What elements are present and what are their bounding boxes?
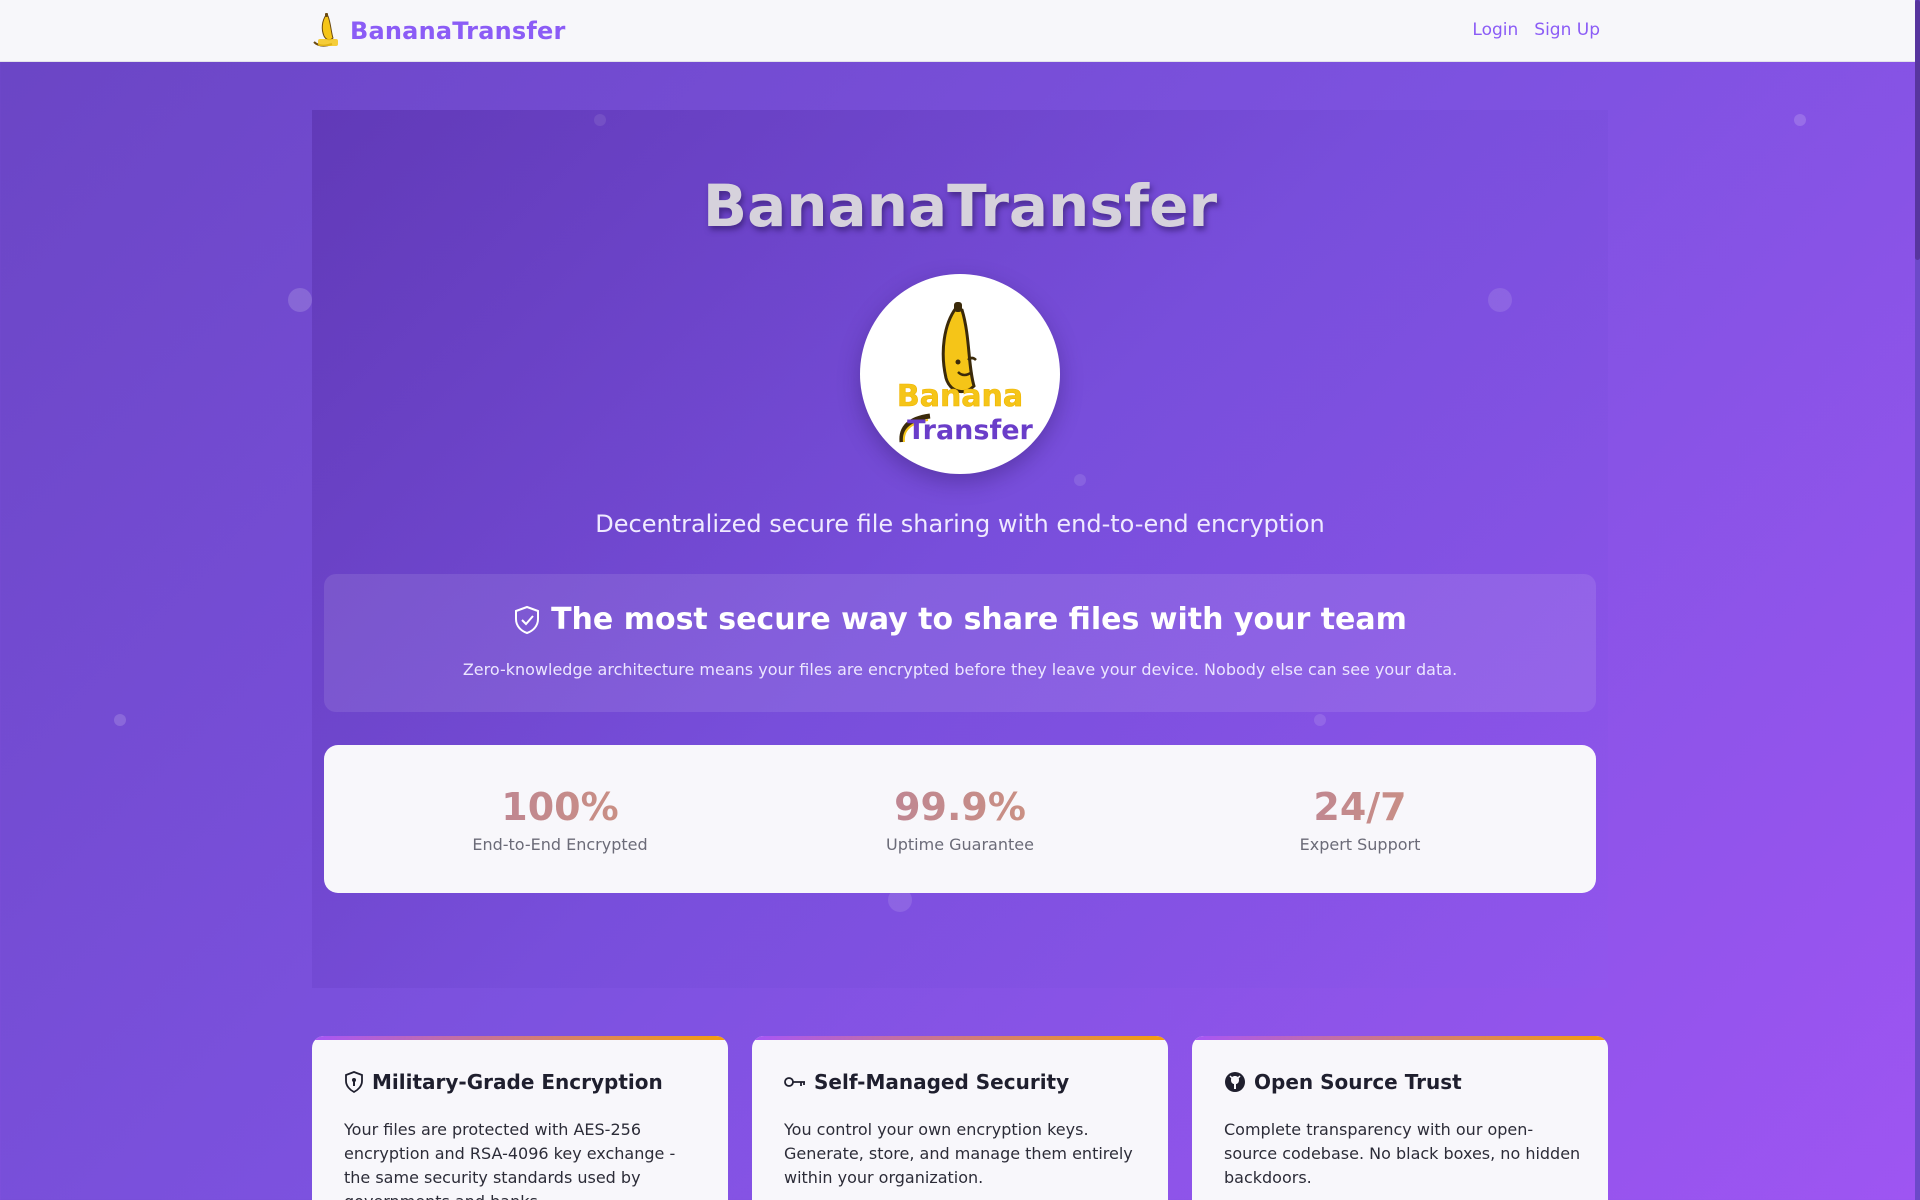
feature-title: Self-Managed Security [814,1070,1070,1094]
stat-label: Uptime Guarantee [886,835,1034,854]
security-callout: The most secure way to share files with … [324,574,1596,712]
feature-title: Military-Grade Encryption [372,1070,663,1094]
github-icon [1225,1072,1245,1092]
stat-item: 24/7 Expert Support [1210,785,1510,854]
stat-label: Expert Support [1299,835,1421,854]
scrollbar-thumb[interactable] [1915,0,1920,260]
key-icon [784,1077,805,1087]
stat-item: 99.9% Uptime Guarantee [810,785,1110,854]
stats-card: 100% End-to-End Encrypted 99.9% Uptime G… [324,745,1596,893]
nav-brand[interactable]: BananaTransfer [312,12,566,50]
top-navbar: BananaTransfer Login Sign Up [0,0,1920,62]
nav-links: Login Sign Up [1472,20,1600,40]
logo-text-banana: Banana [897,379,1023,414]
feature-title: Open Source Trust [1254,1070,1462,1094]
hero-title: BananaTransfer [702,172,1218,240]
decorative-dot [114,714,126,726]
decorative-dot [288,288,312,312]
security-description: Zero-knowledge architecture means your f… [462,660,1458,679]
hero-subtitle: Decentralized secure file sharing with e… [595,510,1325,538]
security-heading: The most secure way to share files with … [324,602,1596,637]
feature-description: You control your own encryption keys. Ge… [784,1120,1133,1187]
hero-section: BananaTransfer Banana Transfer Decentral… [312,110,1608,988]
decorative-dot [1794,114,1806,126]
page-scrollbar[interactable] [1915,0,1920,1200]
feature-card-encryption: Military-Grade Encryption Your files are… [312,1036,728,1200]
shield-lock-icon [345,1071,363,1093]
feature-header: Self-Managed Security [784,1070,1069,1094]
signup-link[interactable]: Sign Up [1534,20,1600,40]
feature-card-self-managed: Self-Managed Security You control your o… [752,1036,1168,1200]
stat-value: 24/7 [1210,785,1510,829]
feature-description: Complete transparency with our open-sour… [1224,1120,1581,1187]
stat-value: 100% [410,785,710,829]
security-heading-text: The most secure way to share files with … [551,602,1407,637]
login-link[interactable]: Login [1472,20,1518,40]
hero-logo: Banana Transfer [860,274,1060,474]
shield-check-icon [515,605,540,634]
feature-header: Open Source Trust [1224,1070,1462,1094]
feature-description: Your files are protected with AES-256 en… [344,1120,676,1200]
banana-logo-icon [313,13,338,47]
logo-text-transfer: Transfer [907,415,1033,446]
nav-brand-title: BananaTransfer [350,17,566,45]
stat-item: 100% End-to-End Encrypted [410,785,710,854]
stat-label: End-to-End Encrypted [472,835,648,854]
banana-mascot-icon: Banana Transfer [897,302,1034,446]
stat-value: 99.9% [810,785,1110,829]
feature-card-open-source: Open Source Trust Complete transparency … [1192,1036,1608,1200]
feature-header: Military-Grade Encryption [344,1070,663,1094]
